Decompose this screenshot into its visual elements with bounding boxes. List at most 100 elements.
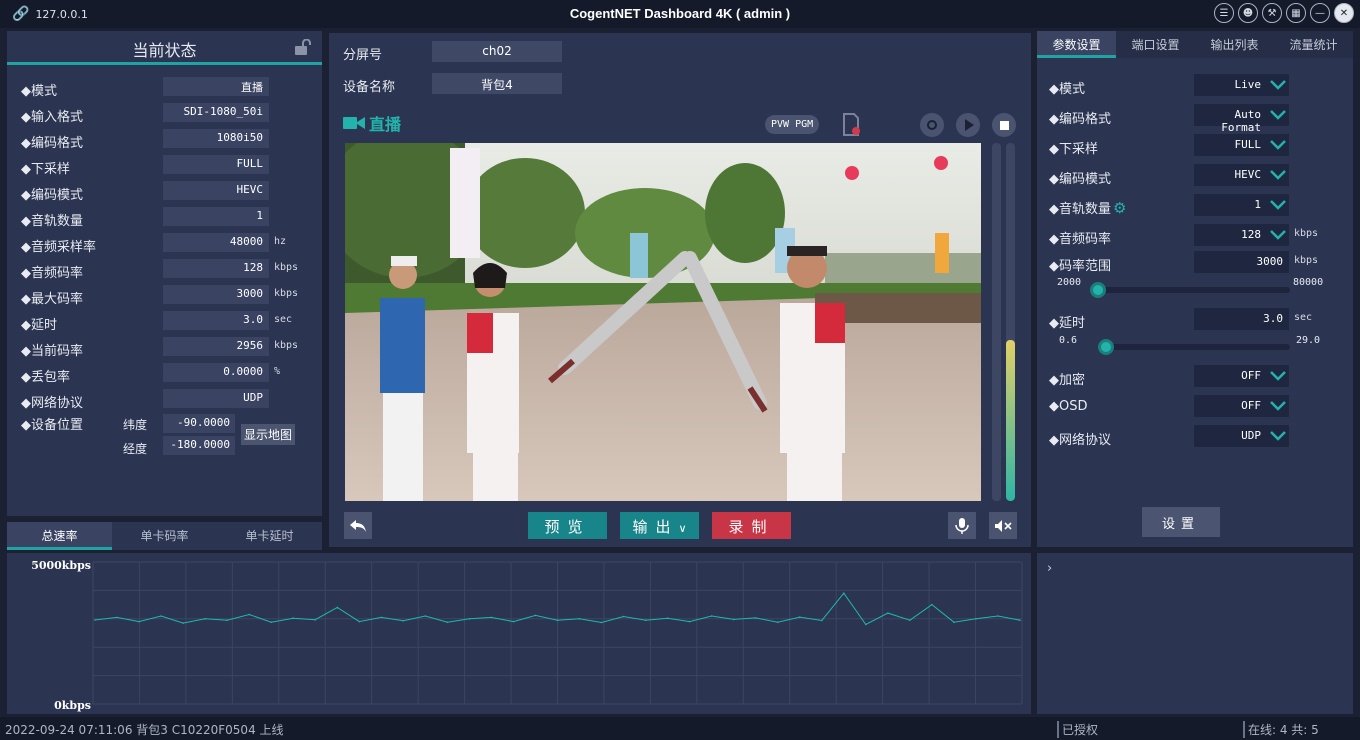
data-point — [468, 618, 471, 620]
stop-icon[interactable] — [992, 113, 1016, 137]
setting-select[interactable]: OFF — [1194, 395, 1289, 417]
tab-parameters[interactable]: 参数设置 — [1037, 31, 1116, 58]
chevron-down-icon — [1270, 80, 1286, 90]
delay-max: 29.0 — [1296, 335, 1321, 346]
data-point — [622, 615, 625, 618]
status-row-label: ◆延时 — [21, 318, 57, 333]
data-point — [248, 613, 250, 616]
setting-select[interactable]: 1 — [1194, 194, 1289, 216]
play-icon[interactable] — [956, 113, 980, 137]
grid-icon[interactable]: ▦ — [1286, 3, 1306, 23]
tab-card-delay[interactable]: 单卡延时 — [217, 522, 322, 550]
setting-row: ◆网络协议 UDP — [1049, 425, 1349, 449]
setting-row: ◆编码格式 Auto Format — [1049, 104, 1349, 134]
setting-label: ◆编码模式 — [1049, 168, 1111, 187]
pvw-pgm-toggle[interactable]: PVW PGM — [765, 115, 820, 134]
intercom-button[interactable] — [948, 512, 976, 539]
longitude-label: 经度 — [123, 442, 148, 456]
status-row-unit: % — [274, 366, 281, 377]
bitrate-range-input[interactable]: 3000 — [1194, 251, 1289, 273]
setting-select[interactable]: 128 — [1194, 224, 1289, 246]
status-row-label: ◆当前码率 — [21, 344, 83, 359]
status-row-value: 128 — [163, 259, 269, 278]
status-row-value: SDI-1080_50i — [163, 103, 269, 122]
data-point — [358, 620, 361, 623]
unlock-icon[interactable] — [294, 39, 312, 55]
status-row-unit: hz — [274, 236, 287, 247]
user-icon[interactable]: ☻ — [1238, 3, 1258, 23]
record-button[interactable]: 录制 — [712, 512, 791, 539]
tab-ports[interactable]: 端口设置 — [1116, 31, 1195, 58]
setting-label: ◆加密 — [1049, 373, 1085, 388]
apply-settings-button[interactable]: 设置 — [1142, 507, 1220, 537]
tab-card-bitrate[interactable]: 单卡码率 — [112, 522, 217, 550]
status-row-unit: kbps — [274, 340, 299, 351]
data-point — [843, 592, 845, 594]
setting-label-text: ◆音频码率 — [1049, 232, 1111, 247]
setting-select[interactable]: OFF — [1194, 365, 1289, 387]
tab-output-list[interactable]: 输出列表 — [1195, 31, 1274, 58]
data-point — [887, 612, 889, 614]
wrench-icon[interactable]: ⚒ — [1262, 3, 1282, 23]
status-row-value: UDP — [163, 389, 269, 408]
bitrate-slider-knob[interactable] — [1090, 282, 1106, 298]
bitrate-slider[interactable] — [1090, 282, 1290, 298]
delay-slider-knob[interactable] — [1098, 339, 1114, 355]
device-location-label: ◆设备位置 — [21, 418, 83, 433]
data-point — [754, 617, 757, 619]
tab-total-rate[interactable]: 总速率 — [7, 522, 112, 550]
back-button[interactable] — [344, 512, 372, 539]
setting-select[interactable]: Auto Format — [1194, 104, 1289, 134]
record-icon[interactable] — [920, 113, 944, 137]
delay-slider[interactable] — [1098, 339, 1290, 355]
video-preview[interactable] — [345, 143, 981, 501]
sd-card-icon — [843, 113, 860, 136]
setting-select[interactable]: FULL — [1194, 134, 1289, 156]
back-arrow-icon — [350, 519, 366, 532]
setting-label: ◆编码格式 — [1049, 108, 1111, 127]
setting-label-text: ◆音轨数量 — [1049, 202, 1111, 217]
data-point — [644, 619, 647, 621]
status-panel-header: 当前状态 — [7, 31, 322, 65]
status-row-label: ◆编码格式 — [21, 136, 83, 151]
data-point — [710, 615, 713, 617]
status-row-value: FULL — [163, 155, 269, 174]
gear-icon[interactable]: ⚙ — [1113, 199, 1126, 217]
delay-label: ◆延时 — [1049, 316, 1085, 331]
setting-select[interactable]: UDP — [1194, 425, 1289, 447]
status-row: ◆丢包率 0.0000% — [21, 363, 321, 385]
delay-input[interactable]: 3.0 — [1194, 308, 1289, 330]
data-point — [270, 621, 273, 623]
data-point — [336, 606, 339, 609]
log-panel: › — [1037, 553, 1353, 714]
tab-traffic-stats[interactable]: 流量统计 — [1274, 31, 1353, 58]
setting-select[interactable]: Live — [1194, 74, 1289, 96]
setting-label-text: ◆下采样 — [1049, 142, 1098, 157]
status-row-unit: sec — [274, 314, 293, 325]
setting-label: ◆下采样 — [1049, 138, 1098, 157]
preview-button[interactable]: 预览 — [528, 512, 607, 539]
data-point — [1019, 619, 1021, 621]
data-point — [600, 621, 603, 624]
data-point — [204, 618, 206, 620]
output-button[interactable]: 输出∨ — [620, 512, 699, 539]
bitrate-chart-svg: 5000kbps 0kbps — [31, 559, 1023, 712]
chart-tabs: 总速率 单卡码率 单卡延时 — [7, 522, 322, 550]
setting-select-value: FULL — [1234, 138, 1262, 151]
close-icon[interactable]: ✕ — [1334, 3, 1354, 23]
data-point — [776, 621, 779, 623]
setting-label: ◆音频码率 — [1049, 228, 1111, 247]
menu-icon[interactable]: ☰ — [1214, 3, 1234, 23]
data-point — [534, 614, 537, 617]
show-map-button[interactable]: 显示地图 — [241, 424, 296, 445]
data-point — [865, 623, 867, 626]
setting-label-text: ◆编码格式 — [1049, 112, 1111, 127]
status-bar: 2022-09-24 07:11:06 背包3 C10220F0504 上线 已… — [0, 717, 1360, 740]
screen-number-value: ch02 — [432, 41, 562, 62]
minimize-icon[interactable]: — — [1310, 3, 1330, 23]
status-row: ◆音频码率 128 kbps — [21, 259, 321, 281]
setting-select[interactable]: HEVC — [1194, 164, 1289, 186]
chevron-right-icon[interactable]: › — [1047, 561, 1052, 576]
mute-button[interactable] — [989, 512, 1017, 539]
video-frame-image — [345, 143, 981, 501]
